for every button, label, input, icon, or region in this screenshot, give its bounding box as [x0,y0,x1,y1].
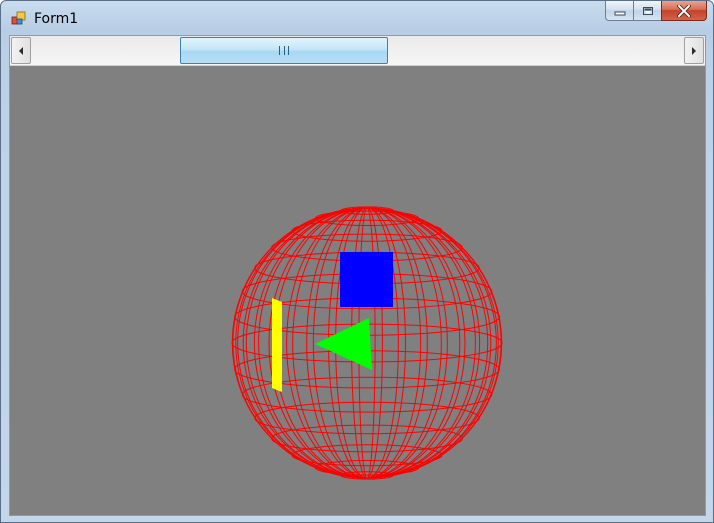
form-client-area [9,35,706,516]
render-viewport[interactable] [10,66,705,515]
minimize-icon [614,11,625,15]
yellow-bar [272,298,282,392]
title-bar[interactable]: Form1 [1,1,713,35]
scroll-left-button[interactable] [11,37,31,64]
window-title: Form1 [34,11,79,27]
minimize-button[interactable] [605,1,633,21]
grip-icon [279,46,289,55]
close-icon [677,4,691,17]
close-button[interactable] [661,1,707,21]
form-app-icon[interactable] [11,10,27,26]
scroll-thumb[interactable] [180,37,388,64]
application-window: Form1 [0,0,714,523]
caption-buttons [605,1,707,22]
green-triangle [315,318,372,370]
arrow-right-icon [692,46,696,55]
horizontal-scrollbar[interactable] [10,36,705,66]
maximize-icon [642,6,653,15]
blue-square [340,252,393,307]
arrow-left-icon [19,46,23,55]
scroll-right-button[interactable] [684,37,704,64]
maximize-button[interactable] [633,1,661,21]
